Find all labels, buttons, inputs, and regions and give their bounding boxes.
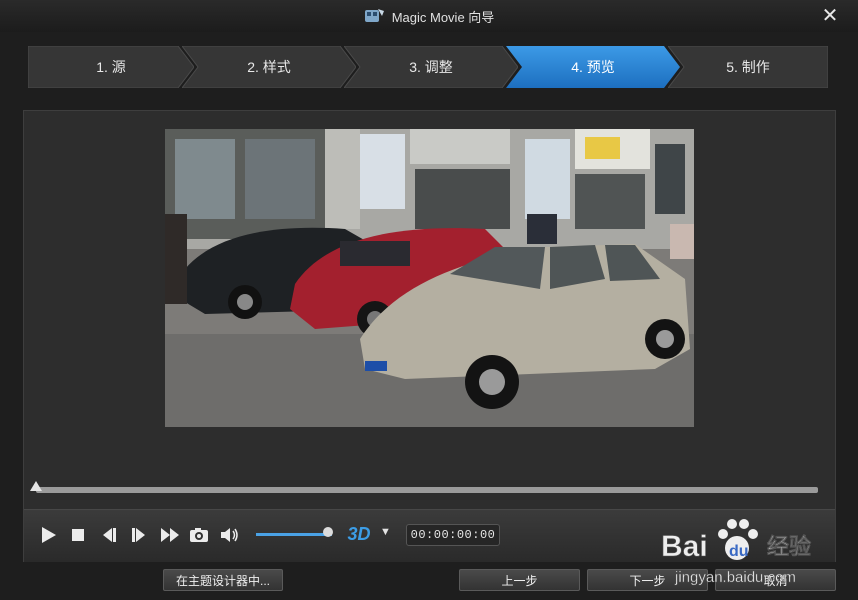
- stop-button[interactable]: [66, 523, 90, 547]
- wizard-stepper: 1. 源 2. 样式 3. 调整 4. 预览 5. 制作: [28, 46, 828, 88]
- timeline-scrubber[interactable]: [30, 481, 818, 493]
- theme-designer-button[interactable]: 在主题设计器中...: [163, 569, 283, 591]
- volume-icon: [221, 528, 238, 542]
- 3d-dropdown-caret-icon[interactable]: ▼: [380, 526, 391, 538]
- svg-text:jingyan.baidu.com: jingyan.baidu.com: [674, 569, 796, 586]
- step-source[interactable]: 1. 源: [28, 46, 194, 88]
- camera-icon: [190, 528, 208, 542]
- svg-text:经验: 经验: [767, 534, 811, 560]
- fast-forward-icon: [161, 528, 179, 542]
- step-preview[interactable]: 4. 预览: [506, 46, 680, 88]
- svg-text:Bai: Bai: [661, 530, 708, 563]
- step-label: 4. 预览: [571, 59, 615, 75]
- timecode-display: 00:00:00:00: [406, 524, 500, 546]
- step-produce[interactable]: 5. 制作: [668, 46, 828, 88]
- next-frame-button[interactable]: [127, 523, 151, 547]
- next-frame-icon: [132, 528, 145, 542]
- baidu-logo-icon: Bai du 经验 jingyan.baidu.com: [661, 519, 811, 586]
- window-title: Magic Movie 向导: [391, 9, 495, 25]
- preview-frame-image: [165, 129, 694, 427]
- step-label: 2. 样式: [247, 59, 291, 75]
- step-label: 3. 调整: [409, 59, 453, 75]
- prev-frame-button[interactable]: [97, 523, 121, 547]
- volume-slider[interactable]: [256, 533, 332, 536]
- svg-text:du: du: [729, 543, 749, 560]
- stop-icon: [72, 529, 84, 541]
- close-button[interactable]: ✕: [820, 6, 840, 26]
- step-adjust[interactable]: 3. 调整: [344, 46, 518, 88]
- play-icon: [42, 527, 56, 543]
- title-bar: Magic Movie 向导 ✕: [0, 0, 858, 32]
- video-preview: [165, 129, 694, 427]
- wizard-window: Magic Movie 向导 ✕ 1. 源 2. 样式 3. 调整 4. 预览 …: [0, 0, 858, 600]
- fast-forward-button[interactable]: [158, 523, 182, 547]
- 3d-toggle[interactable]: 3D: [346, 522, 372, 546]
- app-logo-icon: [364, 9, 384, 22]
- back-button[interactable]: 上一步: [459, 569, 580, 591]
- preview-panel: 3D ▼ 00:00:00:00: [23, 110, 836, 562]
- step-label: 1. 源: [96, 59, 126, 75]
- step-style[interactable]: 2. 样式: [182, 46, 356, 88]
- snapshot-button[interactable]: [187, 523, 211, 547]
- volume-button[interactable]: [218, 523, 242, 547]
- prev-frame-icon: [103, 528, 116, 542]
- playhead-thumb[interactable]: [30, 481, 42, 491]
- play-button[interactable]: [36, 523, 60, 547]
- baidu-jingyan-watermark: Bai du 经验 jingyan.baidu.com: [655, 510, 855, 595]
- step-label: 5. 制作: [726, 59, 770, 75]
